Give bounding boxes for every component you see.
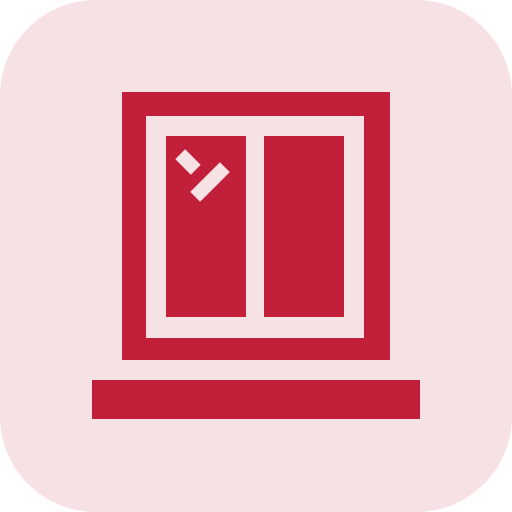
window-inner-border-bottom	[152, 317, 358, 332]
window-left-pane	[166, 136, 246, 317]
window-sill	[92, 380, 420, 419]
window-left-inner-border-left	[152, 122, 166, 332]
window-right-inner-border-top	[264, 122, 358, 136]
window-right-inner-border-right	[344, 122, 358, 332]
window-right-pane	[264, 136, 344, 317]
window-left-inner-border-top	[152, 122, 246, 136]
app-icon-tile[interactable]	[0, 0, 512, 512]
window-icon	[0, 0, 512, 512]
window-mullion	[246, 122, 264, 332]
window-frame	[122, 92, 390, 360]
